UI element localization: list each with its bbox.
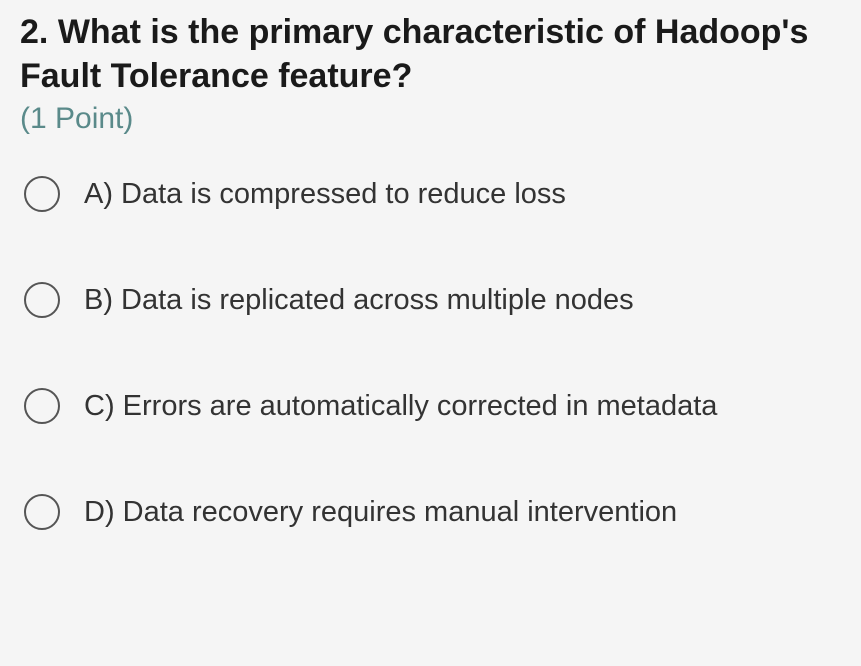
points-label: (1 Point) [20, 102, 841, 136]
option-b[interactable]: B) Data is replicated across multiple no… [24, 282, 841, 318]
question-block: 2. What is the primary characteristic of… [20, 10, 841, 530]
option-c[interactable]: C) Errors are automatically corrected in… [24, 388, 841, 424]
option-label: C) Errors are automatically corrected in… [84, 390, 717, 423]
question-number: 2. [20, 13, 48, 51]
option-label: A) Data is compressed to reduce loss [84, 178, 566, 211]
question-title: 2. What is the primary characteristic of… [20, 10, 841, 98]
radio-icon [24, 282, 60, 318]
option-a[interactable]: A) Data is compressed to reduce loss [24, 176, 841, 212]
radio-icon [24, 388, 60, 424]
question-text: What is the primary characteristic of Ha… [20, 13, 808, 95]
radio-icon [24, 494, 60, 530]
option-d[interactable]: D) Data recovery requires manual interve… [24, 494, 841, 530]
radio-icon [24, 176, 60, 212]
option-label: B) Data is replicated across multiple no… [84, 284, 634, 317]
option-label: D) Data recovery requires manual interve… [84, 496, 677, 529]
options-list: A) Data is compressed to reduce loss B) … [20, 176, 841, 530]
